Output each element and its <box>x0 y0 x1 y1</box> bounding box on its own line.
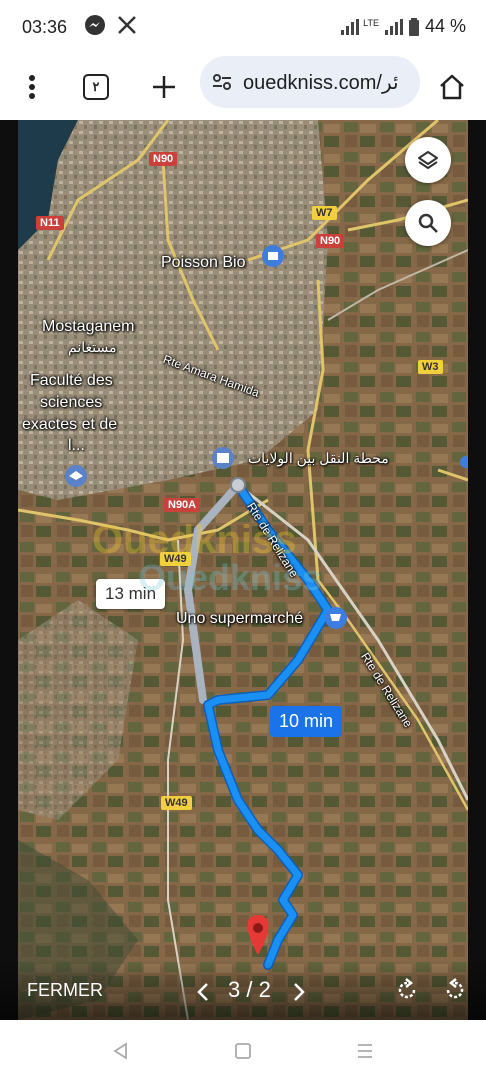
uno-marker <box>325 607 347 629</box>
poisson-bio-marker <box>262 245 284 267</box>
faculte-marker <box>65 465 87 487</box>
road-tag-n90-top: N90 <box>149 152 178 166</box>
messenger-icon <box>85 15 105 35</box>
status-right: LTE 44 % <box>341 16 466 37</box>
road-tag-w49-bottom: W49 <box>161 796 192 810</box>
rotate-left-button[interactable] <box>442 977 468 1003</box>
recents-nav-button[interactable] <box>356 1042 374 1060</box>
road-tag-n11: N11 <box>36 216 64 230</box>
status-bar: 03:36 LTE 44 % <box>0 0 486 55</box>
map-search-button[interactable] <box>405 200 451 246</box>
label-faculte-1: Faculté des <box>30 372 113 389</box>
map-image: N90 N11 W7 N90 W3 N90A W49 W49 Poisson B… <box>18 120 468 1020</box>
label-poisson-bio: Poisson Bio <box>161 254 246 271</box>
layers-button[interactable] <box>405 137 451 183</box>
more-vert-icon <box>29 75 35 99</box>
rotate-right-button[interactable] <box>394 977 420 1003</box>
battery-icon <box>408 17 419 36</box>
x-icon <box>118 16 136 34</box>
label-mostaganem: Mostaganem <box>42 318 135 335</box>
road-tag-w7: W7 <box>312 206 337 220</box>
label-station-ar: محطة النقل بين الولايات <box>248 450 389 466</box>
label-uno: Uno supermarché <box>176 610 304 627</box>
url-text: ouedkniss.com/ئر <box>243 72 399 94</box>
image-counter: 3 / 2 <box>228 977 271 1002</box>
label-faculte-3: exactes et de <box>22 416 118 433</box>
address-bar[interactable]: ouedkniss.com/ئر <box>200 56 420 108</box>
label-faculte-4: l... <box>68 437 85 454</box>
status-time: 03:36 <box>22 17 68 37</box>
tabs-button[interactable]: ٢ <box>76 67 116 107</box>
tabs-icon: ٢ <box>83 74 109 100</box>
new-tab-button[interactable] <box>144 67 184 107</box>
road-tag-n90-right: N90 <box>316 234 345 248</box>
home-button[interactable] <box>432 67 472 107</box>
menu-button[interactable] <box>12 67 52 107</box>
search-icon <box>418 213 438 233</box>
network-label: LTE <box>363 17 379 28</box>
close-button[interactable]: FERMER <box>27 980 103 1001</box>
label-faculte-2: sciences <box>40 394 103 411</box>
home-nav-button[interactable] <box>234 1042 252 1060</box>
label-mostaganem-ar: مستغانم <box>68 339 117 355</box>
road-tag-n90a: N90A <box>164 498 201 512</box>
main-route-time: 10 min <box>270 706 343 737</box>
site-settings-icon <box>213 74 231 90</box>
battery-level: 44 % <box>424 16 466 36</box>
road-tag-w3: W3 <box>418 360 443 374</box>
back-nav-button[interactable] <box>112 1042 128 1060</box>
plus-icon <box>153 76 175 98</box>
station-marker <box>212 447 234 469</box>
notification-icons <box>84 14 138 36</box>
signal-icon-2 <box>384 18 403 35</box>
image-viewer: N90 N11 W7 N90 W3 N90A W49 W49 Poisson B… <box>0 120 486 1020</box>
home-icon <box>440 74 464 100</box>
layers-icon <box>418 151 438 169</box>
route-start <box>230 477 246 493</box>
next-button[interactable] <box>292 982 306 1002</box>
watermark-ghost: Ouedkniss <box>138 557 323 598</box>
system-nav-bar <box>0 1020 486 1080</box>
prev-button[interactable] <box>196 982 210 1002</box>
main-route-time-text: 10 min <box>279 711 334 731</box>
tab-count: ٢ <box>92 79 100 94</box>
signal-icon <box>341 18 360 35</box>
